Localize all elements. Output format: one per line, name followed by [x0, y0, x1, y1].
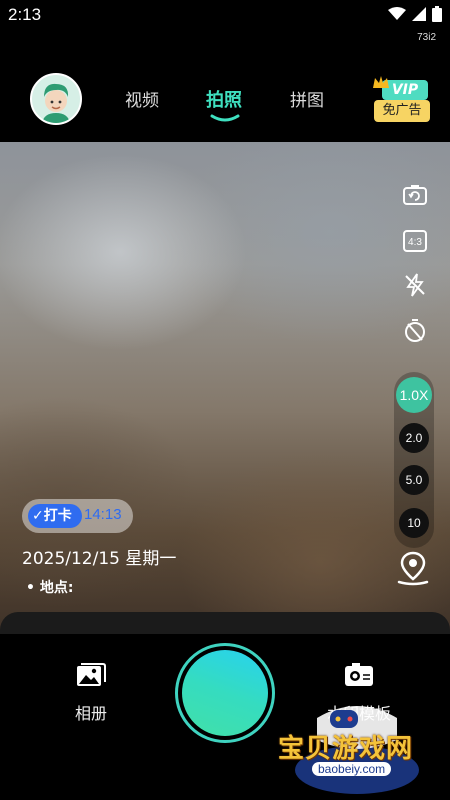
album-label: 相册 [74, 704, 107, 723]
watermark-date: 2025/12/15 星期一 [22, 549, 177, 569]
wifi-icon [388, 7, 406, 20]
album-icon [77, 663, 106, 686]
tab-active-indicator [210, 114, 240, 122]
signal-icon [412, 7, 426, 21]
zoom-5x-button[interactable]: 5.0 [399, 465, 429, 495]
timer-off-icon[interactable] [400, 316, 430, 346]
shutter-button[interactable] [182, 650, 268, 736]
checkin-time: 14:13 [84, 506, 122, 523]
tab-photo[interactable]: 拍照 [206, 86, 242, 112]
flip-camera-icon[interactable] [400, 180, 430, 210]
template-icon [345, 663, 373, 686]
flash-off-icon[interactable] [400, 270, 430, 300]
checkin-tag-label: 打卡 [43, 508, 72, 524]
svg-text:4:3: 4:3 [408, 237, 422, 248]
check-icon: ✓ [32, 508, 44, 524]
watermark-location: • 地点: [26, 580, 74, 596]
vip-ad-free-label: 免广告 [374, 100, 430, 122]
avatar-face-icon [42, 83, 70, 123]
checkin-badge: ✓打卡 14:13 [22, 499, 133, 533]
crown-icon [373, 76, 389, 88]
zoom-10x-button[interactable]: 10 [399, 508, 429, 538]
zoom-1x-button[interactable]: 1.0X [396, 377, 432, 413]
site-watermark-url: baobeiy.com [312, 762, 392, 776]
tab-video[interactable]: 视频 [125, 86, 159, 111]
status-icons [388, 6, 442, 22]
top-nav: 视频 拍照 拼图 VIP 免广告 [0, 70, 450, 130]
aspect-ratio-icon[interactable]: 4:3 [400, 226, 430, 256]
battery-icon [432, 6, 442, 22]
tab-collage[interactable]: 拼图 [290, 86, 324, 111]
checkin-tag: ✓打卡 [28, 504, 82, 528]
status-time: 2:13 [8, 5, 42, 24]
site-watermark-name: 宝贝游戏网 [278, 734, 414, 764]
preview-bottom-edge [0, 612, 450, 634]
album-button[interactable]: 相册 [46, 660, 136, 724]
avatar[interactable] [30, 73, 82, 125]
zoom-2x-button[interactable]: 2.0 [399, 423, 429, 453]
vip-badge[interactable]: VIP 免广告 [372, 76, 432, 124]
status-bar: 2:13 73i2 [0, 0, 450, 43]
location-pin-icon[interactable] [396, 550, 430, 586]
status-sub-text: 73i2 [417, 32, 436, 43]
